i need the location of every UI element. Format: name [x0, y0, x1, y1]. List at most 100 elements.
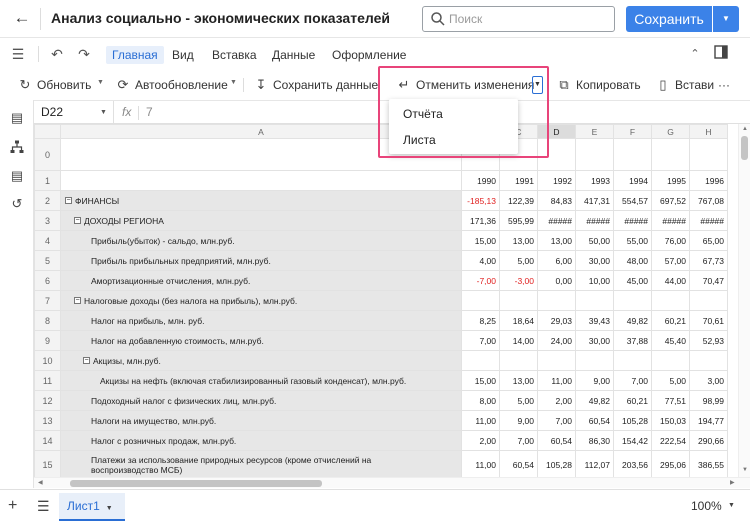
- sheet-tab-chevron-down-icon[interactable]: ▼: [106, 505, 113, 512]
- data-cell[interactable]: [651, 138, 690, 171]
- row-label-cell[interactable]: Прибыль прибыльных предприятий, млн.руб.: [60, 250, 462, 271]
- tab-insert[interactable]: Вставка: [206, 46, 263, 64]
- row-header[interactable]: 11: [34, 370, 61, 391]
- data-cell[interactable]: [613, 350, 652, 371]
- row-label-cell[interactable]: Налог на добавленную стоимость, млн.руб.: [60, 330, 462, 351]
- data-cell[interactable]: 13,00: [499, 370, 538, 391]
- data-cell[interactable]: 1991: [499, 170, 538, 191]
- data-cell[interactable]: 595,99: [499, 210, 538, 231]
- redo-icon[interactable]: ↷: [75, 45, 93, 63]
- collapse-minus-icon[interactable]: −: [74, 217, 81, 225]
- scroll-left-icon[interactable]: ◀: [38, 479, 43, 486]
- row-header[interactable]: 13: [34, 410, 61, 431]
- data-cell[interactable]: 15,00: [461, 230, 500, 251]
- data-cell[interactable]: 60,54: [575, 410, 614, 431]
- data-cell[interactable]: 50,00: [575, 230, 614, 251]
- data-cell[interactable]: 8,25: [461, 310, 500, 331]
- formula-input[interactable]: 7: [146, 101, 153, 124]
- data-cell[interactable]: 1995: [651, 170, 690, 191]
- save-data-button[interactable]: ↧ Сохранить данные: [254, 77, 379, 93]
- row-header[interactable]: 3: [34, 210, 61, 231]
- panel-toggle-icon[interactable]: [712, 45, 730, 63]
- data-cell[interactable]: 171,36: [461, 210, 500, 231]
- data-cell[interactable]: 11,00: [461, 410, 500, 431]
- data-cell[interactable]: 194,77: [689, 410, 728, 431]
- undo-changes-button[interactable]: ↵ Отменить изменения: [397, 77, 535, 93]
- data-cell[interactable]: 7,00: [613, 370, 652, 391]
- data-cell[interactable]: [613, 290, 652, 311]
- data-cell[interactable]: 48,00: [613, 250, 652, 271]
- data-cell[interactable]: 60,21: [651, 310, 690, 331]
- data-cell[interactable]: 1996: [689, 170, 728, 191]
- data-cell[interactable]: 112,07: [575, 450, 614, 477]
- data-cell[interactable]: 60,54: [499, 450, 538, 477]
- save-dropdown-chevron-icon[interactable]: ▼: [713, 6, 739, 32]
- data-cell[interactable]: 44,00: [651, 270, 690, 291]
- data-cell[interactable]: 5,00: [651, 370, 690, 391]
- data-cell[interactable]: 7,00: [461, 330, 500, 351]
- data-cell[interactable]: [537, 138, 576, 171]
- row-header[interactable]: 15: [34, 450, 61, 477]
- vertical-scrollbar[interactable]: ▲ ▼: [738, 124, 750, 477]
- data-cell[interactable]: 7,00: [499, 430, 538, 451]
- data-cell[interactable]: 697,52: [651, 190, 690, 211]
- tab-view[interactable]: Вид: [166, 46, 200, 64]
- row-header[interactable]: 4: [34, 230, 61, 251]
- row-header[interactable]: 10: [34, 350, 61, 371]
- data-cell[interactable]: 70,61: [689, 310, 728, 331]
- row-header[interactable]: 12: [34, 390, 61, 411]
- zoom-chevron-down-icon[interactable]: ▼: [728, 502, 735, 509]
- data-cell[interactable]: 767,08: [689, 190, 728, 211]
- data-cell[interactable]: 105,28: [537, 450, 576, 477]
- row-label-cell[interactable]: Подоходный налог с физических лиц, млн.р…: [60, 390, 462, 411]
- data-cell[interactable]: 222,54: [651, 430, 690, 451]
- undo-icon[interactable]: ↶: [48, 45, 66, 63]
- data-cell[interactable]: 150,03: [651, 410, 690, 431]
- data-cell[interactable]: 18,64: [499, 310, 538, 331]
- data-cell[interactable]: [651, 350, 690, 371]
- data-cell[interactable]: 13,00: [499, 230, 538, 251]
- copy-button[interactable]: ⧉ Копировать: [557, 77, 640, 93]
- data-cell[interactable]: 9,00: [575, 370, 614, 391]
- autorefresh-dropdown-chevron-icon[interactable]: ▼: [230, 79, 237, 86]
- row-header[interactable]: 9: [34, 330, 61, 351]
- row-label-cell[interactable]: − Акцизы, млн.руб.: [60, 350, 462, 371]
- autorefresh-button[interactable]: ⟳ Автообновление: [116, 77, 228, 93]
- collapse-minus-icon[interactable]: −: [65, 197, 72, 205]
- data-cell[interactable]: 70,47: [689, 270, 728, 291]
- function-icon[interactable]: fx: [122, 101, 131, 124]
- row-label-cell[interactable]: Платежи за использование природных ресур…: [60, 450, 462, 477]
- data-cell[interactable]: [537, 350, 576, 371]
- data-cell[interactable]: [575, 350, 614, 371]
- data-cell[interactable]: 1993: [575, 170, 614, 191]
- back-arrow-icon[interactable]: ←: [12, 8, 32, 28]
- data-cell[interactable]: 15,00: [461, 370, 500, 391]
- data-cell[interactable]: 60,54: [537, 430, 576, 451]
- data-cell[interactable]: 49,82: [575, 390, 614, 411]
- paste-button[interactable]: ▯ Встави: [656, 77, 714, 93]
- data-cell[interactable]: -3,00: [499, 270, 538, 291]
- data-cell[interactable]: #####: [537, 210, 576, 231]
- data-cell[interactable]: 84,83: [537, 190, 576, 211]
- row-header[interactable]: 14: [34, 430, 61, 451]
- column-header[interactable]: G: [651, 124, 690, 139]
- vertical-scroll-thumb[interactable]: [741, 136, 748, 160]
- data-cell[interactable]: [689, 290, 728, 311]
- sheets-list-icon[interactable]: ▤: [9, 110, 25, 126]
- data-cell[interactable]: 2,00: [537, 390, 576, 411]
- data-cell[interactable]: 1992: [537, 170, 576, 191]
- data-cell[interactable]: 6,00: [537, 250, 576, 271]
- data-cell[interactable]: 8,00: [461, 390, 500, 411]
- data-cell[interactable]: [461, 290, 500, 311]
- data-cell[interactable]: 7,00: [537, 410, 576, 431]
- data-cell[interactable]: 154,42: [613, 430, 652, 451]
- data-cell[interactable]: 76,00: [651, 230, 690, 251]
- row-header[interactable]: 0: [34, 138, 61, 171]
- row-header[interactable]: 2: [34, 190, 61, 211]
- row-label-cell[interactable]: Налоги на имущество, млн.руб.: [60, 410, 462, 431]
- data-cell[interactable]: #####: [613, 210, 652, 231]
- search-input[interactable]: Поиск: [422, 6, 615, 32]
- collapse-minus-icon[interactable]: −: [74, 297, 81, 305]
- data-cell[interactable]: 24,00: [537, 330, 576, 351]
- horizontal-scrollbar[interactable]: ◀ ▶: [34, 477, 750, 488]
